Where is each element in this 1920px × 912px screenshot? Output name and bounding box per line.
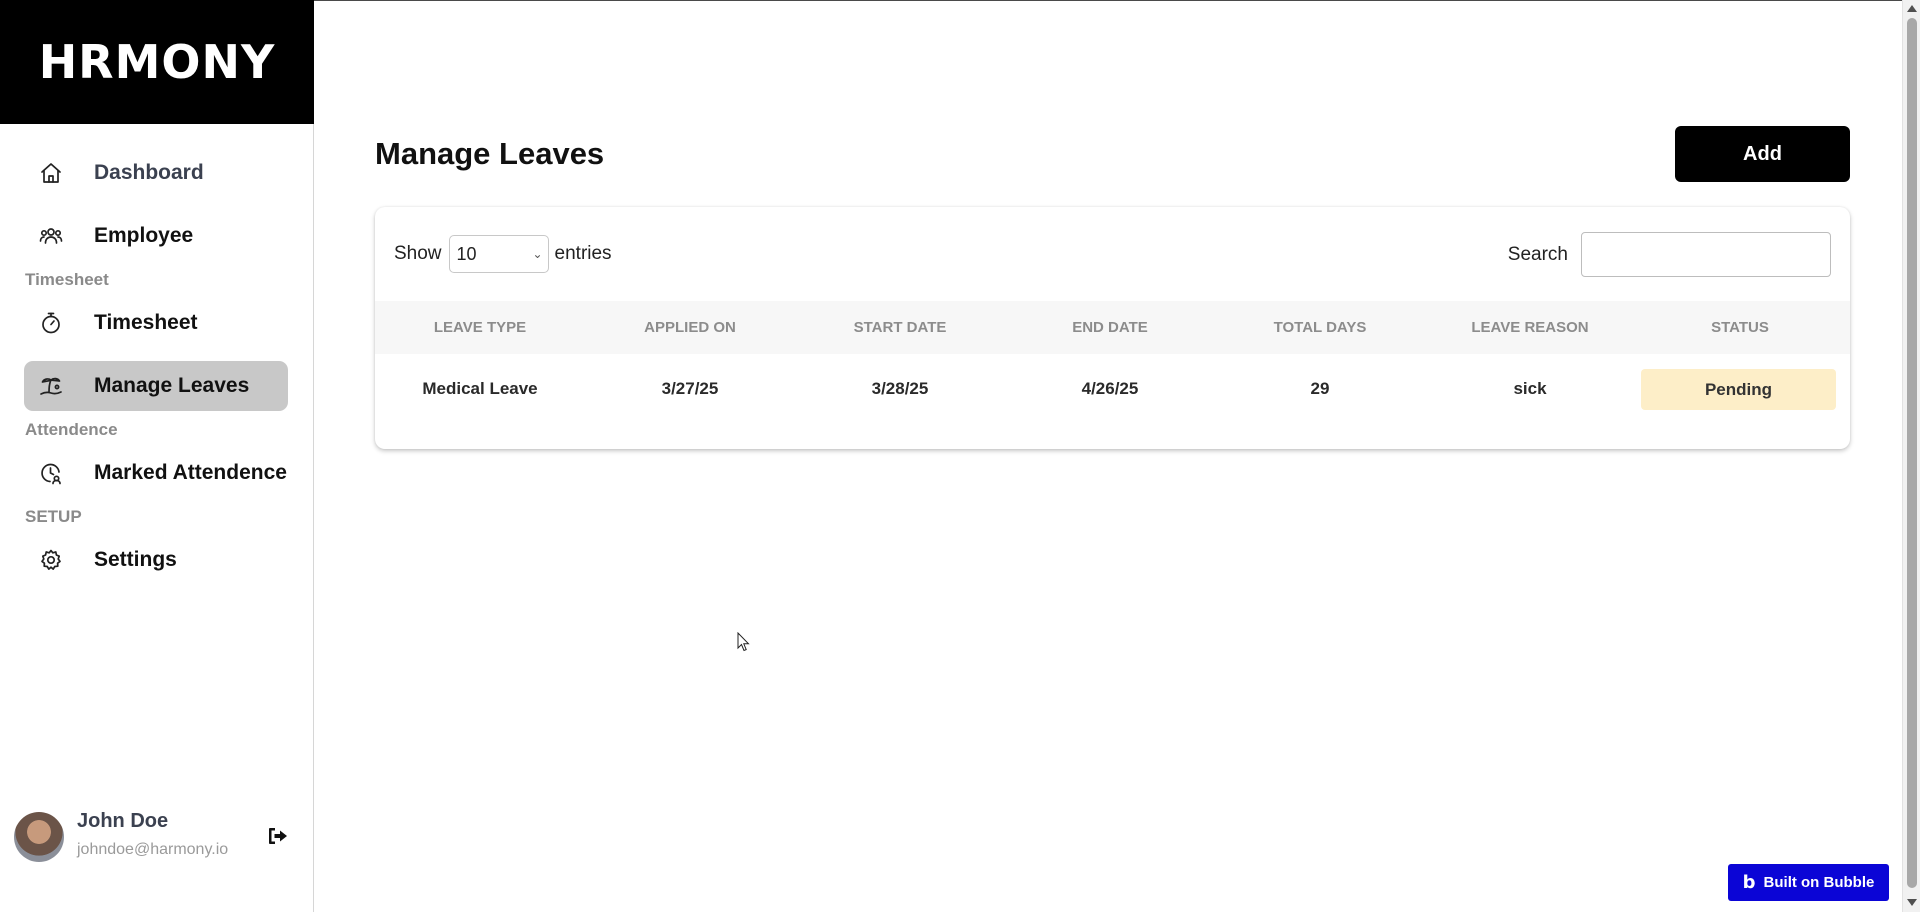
sidebar-item-timesheet[interactable]: Timesheet <box>24 298 288 348</box>
chevron-down-icon: ⌄ <box>532 247 543 261</box>
scroll-up-icon[interactable] <box>1907 5 1917 12</box>
sidebar-item-label: Marked Attendence <box>94 461 287 484</box>
column-header-end-date[interactable]: END DATE <box>1005 319 1215 336</box>
show-label: Show <box>394 243 442 264</box>
cell-applied-on: 3/27/25 <box>661 379 719 398</box>
sidebar-item-dashboard[interactable]: Dashboard <box>24 148 288 198</box>
search-label: Search <box>1507 243 1568 265</box>
cell-total-days: 29 <box>1310 379 1330 398</box>
search-control: Search <box>1508 232 1831 277</box>
cell-start-date: 3/28/25 <box>871 379 929 398</box>
entries-value: 10 <box>456 243 477 264</box>
logo-text: HRMONY <box>38 35 276 89</box>
cell-end-date: 4/26/25 <box>1081 379 1139 398</box>
scroll-down-icon[interactable] <box>1907 899 1917 906</box>
avatar[interactable] <box>14 812 64 862</box>
clock-check-icon <box>38 460 64 486</box>
sidebar-item-label: Dashboard <box>94 161 204 184</box>
cell-status: Pending <box>1635 368 1845 410</box>
sidebar-item-label: Manage Leaves <box>94 374 250 397</box>
home-icon <box>38 160 64 186</box>
sidebar-item-employee[interactable]: Employee <box>24 211 288 261</box>
table-row[interactable]: Medical Leave 3/27/25 3/28/25 4/26/25 29… <box>375 354 1850 424</box>
gear-icon <box>38 547 64 573</box>
user-profile: John Doe johndoe@harmony.io <box>14 810 304 866</box>
cell-leave-reason: sick <box>1513 379 1547 398</box>
sidebar-item-label: Timesheet <box>94 311 198 334</box>
sidebar-item-settings[interactable]: Settings <box>24 535 288 585</box>
user-name: John Doe <box>77 810 169 832</box>
logo[interactable]: HRMONY <box>0 0 314 124</box>
leaves-table-card: Show 10 ⌄ entries Search LEAVE TYPE APPL… <box>375 207 1850 449</box>
sidebar-item-marked-attendance[interactable]: Marked Attendence <box>24 448 288 498</box>
section-label-timesheet: Timesheet <box>25 270 109 289</box>
section-label-setup: SETUP <box>25 507 82 526</box>
add-button[interactable]: Add <box>1675 126 1850 182</box>
beach-icon <box>38 373 64 399</box>
cell-leave-type: Medical Leave <box>422 379 538 398</box>
entries-label: entries <box>554 243 612 264</box>
user-email: johndoe@harmony.io <box>77 841 229 858</box>
entries-select[interactable]: 10 ⌄ <box>448 235 549 273</box>
scroll-thumb[interactable] <box>1907 18 1917 888</box>
page-title: Manage Leaves <box>375 136 605 171</box>
stopwatch-icon <box>38 310 64 336</box>
section-label-attendance: Attendence <box>25 420 118 439</box>
table-header: LEAVE TYPE APPLIED ON START DATE END DAT… <box>375 301 1850 354</box>
vertical-scrollbar[interactable] <box>1902 0 1920 912</box>
sidebar-item-label: Settings <box>94 548 177 571</box>
sidebar: HRMONY Dashboard Employee Timesheet Time… <box>0 0 314 912</box>
users-icon <box>38 223 64 249</box>
search-input[interactable] <box>1581 232 1831 277</box>
column-header-total-days[interactable]: TOTAL DAYS <box>1215 319 1425 336</box>
entries-control: Show 10 ⌄ entries <box>394 235 612 273</box>
column-header-start-date[interactable]: START DATE <box>795 319 1005 336</box>
status-badge: Pending <box>1641 368 1836 410</box>
sidebar-item-manage-leaves[interactable]: Manage Leaves <box>24 361 288 411</box>
column-header-leave-reason[interactable]: LEAVE REASON <box>1425 319 1635 336</box>
column-header-leave-type[interactable]: LEAVE TYPE <box>375 319 585 336</box>
sidebar-nav: Dashboard Employee Timesheet Timesheet M… <box>24 148 288 598</box>
built-on-bubble-badge[interactable]: b Built on Bubble <box>1728 864 1889 901</box>
main-content: Manage Leaves Add Show 10 ⌄ entries Sear… <box>375 0 1850 912</box>
column-header-applied-on[interactable]: APPLIED ON <box>585 319 795 336</box>
bubble-logo-icon: b <box>1742 872 1756 893</box>
column-header-status[interactable]: STATUS <box>1635 319 1845 336</box>
sidebar-item-label: Employee <box>94 224 194 247</box>
logout-icon[interactable] <box>266 824 292 850</box>
built-on-bubble-label: Built on Bubble <box>1763 874 1875 891</box>
mouse-cursor <box>737 631 751 652</box>
